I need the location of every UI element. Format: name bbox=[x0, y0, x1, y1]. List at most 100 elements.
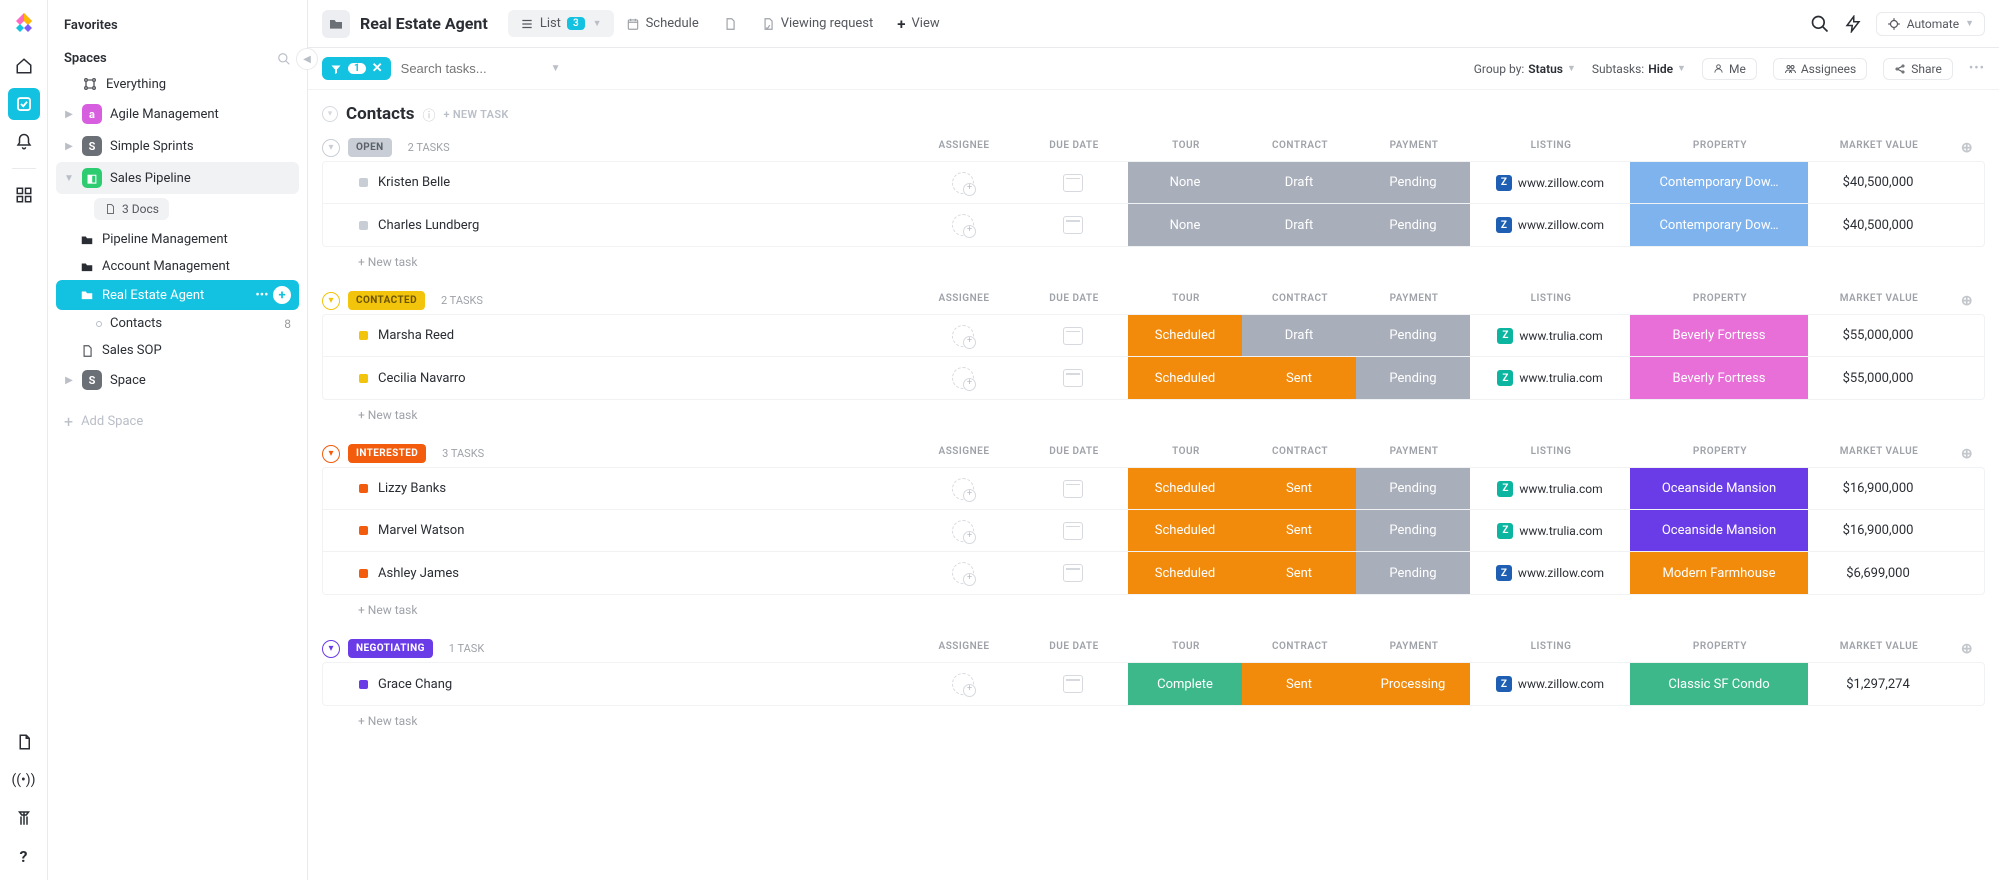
apps-icon[interactable] bbox=[8, 179, 40, 211]
new-task-row[interactable]: + New task bbox=[322, 595, 1985, 617]
docs-pill[interactable]: 3 Docs bbox=[94, 198, 169, 220]
docs-icon[interactable] bbox=[8, 726, 40, 758]
tasks-icon[interactable] bbox=[8, 88, 40, 120]
task-row[interactable]: Lizzy Banks Scheduled Sent Pending Zwww.… bbox=[323, 468, 1984, 510]
group-by-selector[interactable]: Group by: Status ▼ bbox=[1474, 62, 1576, 76]
status-badge[interactable]: INTERESTED bbox=[348, 444, 426, 463]
automate-button[interactable]: Automate ▼ bbox=[1876, 12, 1985, 36]
tour-cell[interactable]: None bbox=[1128, 162, 1242, 203]
contract-cell[interactable]: Sent bbox=[1242, 663, 1356, 705]
payment-cell[interactable]: Pending bbox=[1356, 468, 1470, 509]
payment-cell[interactable]: Pending bbox=[1356, 315, 1470, 356]
tab-viewing-request[interactable]: Viewing request bbox=[749, 10, 886, 37]
listing-cell[interactable]: Zwww.zillow.com bbox=[1470, 663, 1630, 705]
payment-cell[interactable]: Pending bbox=[1356, 204, 1470, 246]
property-cell[interactable]: Oceanside Mansion bbox=[1630, 468, 1808, 509]
listing-cell[interactable]: Zwww.trulia.com bbox=[1470, 510, 1630, 551]
subtasks-selector[interactable]: Subtasks: Hide ▼ bbox=[1592, 62, 1686, 76]
tour-cell[interactable]: Scheduled bbox=[1128, 357, 1242, 399]
task-name[interactable]: Marsha Reed bbox=[323, 315, 908, 356]
group-toggle[interactable]: ▾ bbox=[322, 640, 340, 658]
task-name[interactable]: Grace Chang bbox=[323, 663, 908, 705]
task-name[interactable]: Marvel Watson bbox=[323, 510, 908, 551]
me-button[interactable]: Me bbox=[1702, 58, 1757, 80]
add-column-button[interactable]: ⊕ bbox=[1949, 140, 1985, 156]
due-date-cell[interactable] bbox=[1018, 204, 1128, 246]
tour-cell[interactable]: None bbox=[1128, 204, 1242, 246]
goals-icon[interactable] bbox=[8, 802, 40, 834]
tour-cell[interactable]: Scheduled bbox=[1128, 510, 1242, 551]
market-value-cell[interactable]: $40,500,000 bbox=[1808, 204, 1948, 246]
more-icon[interactable]: ••• bbox=[1969, 61, 1985, 76]
task-name[interactable]: Lizzy Banks bbox=[323, 468, 908, 509]
due-date-cell[interactable] bbox=[1018, 510, 1128, 551]
assignee-cell[interactable] bbox=[908, 204, 1018, 246]
new-task-row[interactable]: + New task bbox=[322, 400, 1985, 422]
task-row[interactable]: Marvel Watson Scheduled Sent Pending Zww… bbox=[323, 510, 1984, 552]
add-space-button[interactable]: + Add Space bbox=[56, 402, 299, 441]
search-icon[interactable] bbox=[277, 52, 291, 66]
payment-cell[interactable]: Pending bbox=[1356, 552, 1470, 594]
assignee-cell[interactable] bbox=[908, 162, 1018, 203]
due-date-cell[interactable] bbox=[1018, 663, 1128, 705]
contract-cell[interactable]: Sent bbox=[1242, 552, 1356, 594]
filter-chip[interactable]: 1 ✕ bbox=[322, 57, 391, 80]
tab-doc-blank[interactable] bbox=[711, 11, 749, 37]
help-icon[interactable]: ? bbox=[8, 840, 40, 872]
assignee-cell[interactable] bbox=[908, 663, 1018, 705]
listing-cell[interactable]: Zwww.trulia.com bbox=[1470, 357, 1630, 399]
close-icon[interactable]: ✕ bbox=[372, 61, 383, 76]
property-cell[interactable]: Beverly Fortress bbox=[1630, 357, 1808, 399]
more-icon[interactable]: ••• bbox=[253, 286, 271, 304]
property-cell[interactable]: Beverly Fortress bbox=[1630, 315, 1808, 356]
sidebar-item-real-estate[interactable]: Real Estate Agent ••• + bbox=[56, 280, 299, 310]
sidebar-item-sprints[interactable]: ▶ S Simple Sprints bbox=[56, 130, 299, 162]
market-value-cell[interactable]: $55,000,000 bbox=[1808, 315, 1948, 356]
sidebar-item-contacts[interactable]: Contacts 8 bbox=[56, 310, 299, 337]
app-logo[interactable] bbox=[10, 8, 38, 36]
task-row[interactable]: Kristen Belle None Draft Pending Zwww.zi… bbox=[323, 162, 1984, 204]
tab-list[interactable]: List 3 ▼ bbox=[508, 10, 614, 37]
market-value-cell[interactable]: $40,500,000 bbox=[1808, 162, 1948, 203]
tour-cell[interactable]: Scheduled bbox=[1128, 315, 1242, 356]
listing-cell[interactable]: Zwww.zillow.com bbox=[1470, 552, 1630, 594]
search-icon[interactable] bbox=[1810, 14, 1830, 34]
task-row[interactable]: Marsha Reed Scheduled Draft Pending Zwww… bbox=[323, 315, 1984, 357]
listing-cell[interactable]: Zwww.trulia.com bbox=[1470, 315, 1630, 356]
add-column-button[interactable]: ⊕ bbox=[1949, 293, 1985, 309]
due-date-cell[interactable] bbox=[1018, 315, 1128, 356]
folder-icon[interactable] bbox=[322, 10, 350, 38]
add-icon[interactable]: + bbox=[273, 286, 291, 304]
contract-cell[interactable]: Draft bbox=[1242, 162, 1356, 203]
contract-cell[interactable]: Sent bbox=[1242, 468, 1356, 509]
task-name[interactable]: Cecilia Navarro bbox=[323, 357, 908, 399]
new-task-row[interactable]: + New task bbox=[322, 706, 1985, 728]
tour-cell[interactable]: Scheduled bbox=[1128, 468, 1242, 509]
payment-cell[interactable]: Pending bbox=[1356, 162, 1470, 203]
share-button[interactable]: Share bbox=[1883, 58, 1953, 80]
listing-cell[interactable]: Zwww.zillow.com bbox=[1470, 204, 1630, 246]
tour-cell[interactable]: Complete bbox=[1128, 663, 1242, 705]
payment-cell[interactable]: Pending bbox=[1356, 357, 1470, 399]
add-column-button[interactable]: ⊕ bbox=[1949, 446, 1985, 462]
market-value-cell[interactable]: $55,000,000 bbox=[1808, 357, 1948, 399]
new-task-row[interactable]: + New task bbox=[322, 247, 1985, 269]
task-search[interactable]: ▼ bbox=[401, 61, 571, 76]
group-toggle[interactable]: ▾ bbox=[322, 292, 340, 310]
sidebar-item-pipeline-mgmt[interactable]: Pipeline Management bbox=[56, 226, 299, 253]
due-date-cell[interactable] bbox=[1018, 162, 1128, 203]
listing-cell[interactable]: Zwww.trulia.com bbox=[1470, 468, 1630, 509]
contract-cell[interactable]: Sent bbox=[1242, 357, 1356, 399]
tab-schedule[interactable]: Schedule bbox=[614, 10, 711, 37]
sidebar-item-sales-sop[interactable]: Sales SOP bbox=[56, 337, 299, 364]
add-column-button[interactable]: ⊕ bbox=[1949, 641, 1985, 657]
task-row[interactable]: Ashley James Scheduled Sent Pending Zwww… bbox=[323, 552, 1984, 594]
property-cell[interactable]: Classic SF Condo bbox=[1630, 663, 1808, 705]
contract-cell[interactable]: Draft bbox=[1242, 315, 1356, 356]
assignee-cell[interactable] bbox=[908, 357, 1018, 399]
payment-cell[interactable]: Processing bbox=[1356, 663, 1470, 705]
pulse-icon[interactable]: ((•)) bbox=[8, 764, 40, 796]
task-row[interactable]: Grace Chang Complete Sent Processing Zww… bbox=[323, 663, 1984, 705]
status-badge[interactable]: OPEN bbox=[348, 138, 392, 157]
home-icon[interactable] bbox=[8, 50, 40, 82]
